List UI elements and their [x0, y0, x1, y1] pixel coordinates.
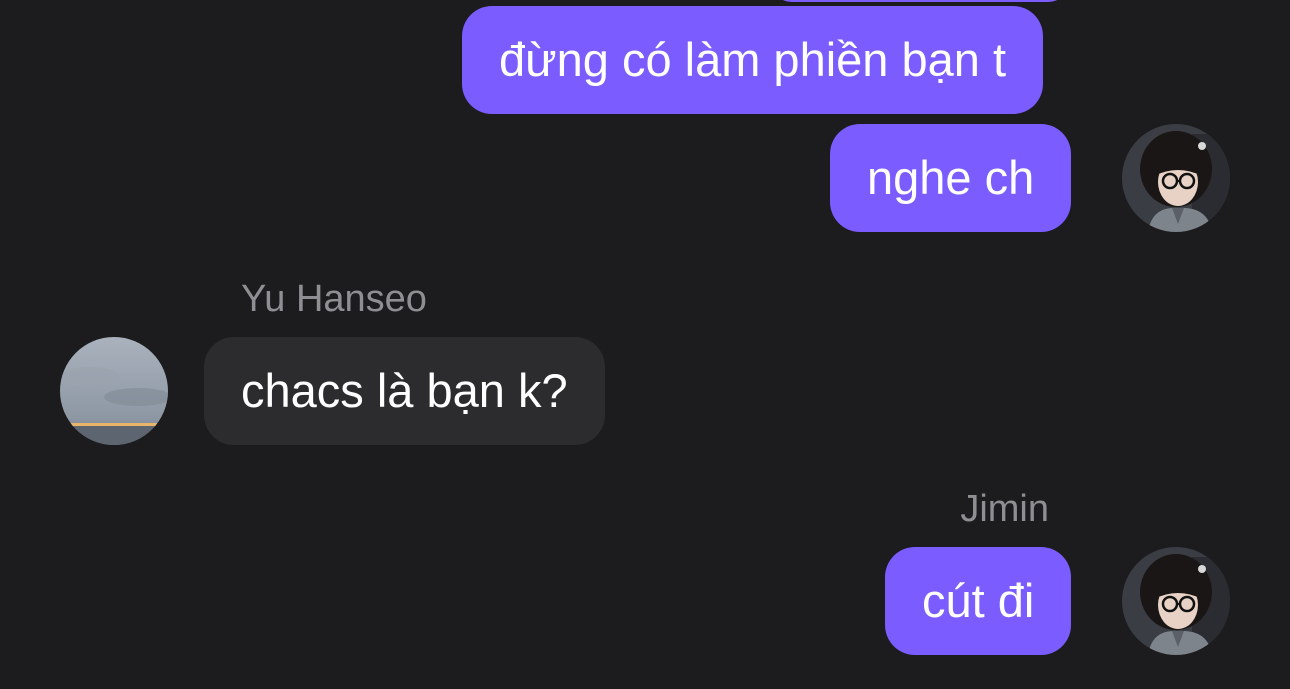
message-text: đừng có làm phiền bạn t [499, 33, 1007, 86]
message-bubble-outgoing[interactable]: nghe ch [830, 124, 1072, 232]
jimin-avatar[interactable] [1122, 547, 1230, 655]
sender-name: Yu Hanseo [241, 278, 427, 320]
message-bubble-outgoing[interactable]: cút đi [885, 547, 1072, 655]
message-bubble-outgoing[interactable]: đừng có làm phiền bạn t [462, 6, 1044, 114]
sender-name: Jimin [960, 488, 1049, 530]
message-text: nghe ch [867, 151, 1035, 204]
message-text: chacs là bạn k? [241, 364, 568, 417]
previous-message-bubble[interactable] [770, 0, 1070, 2]
message-text: cút đi [922, 574, 1035, 627]
jimin-avatar[interactable] [1122, 124, 1230, 232]
yu-hanseo-avatar[interactable] [60, 337, 168, 445]
chat-thread: đừng có làm phiền bạn t nghe ch Yu Hanse… [0, 0, 1290, 689]
message-bubble-incoming[interactable]: chacs là bạn k? [204, 337, 605, 445]
